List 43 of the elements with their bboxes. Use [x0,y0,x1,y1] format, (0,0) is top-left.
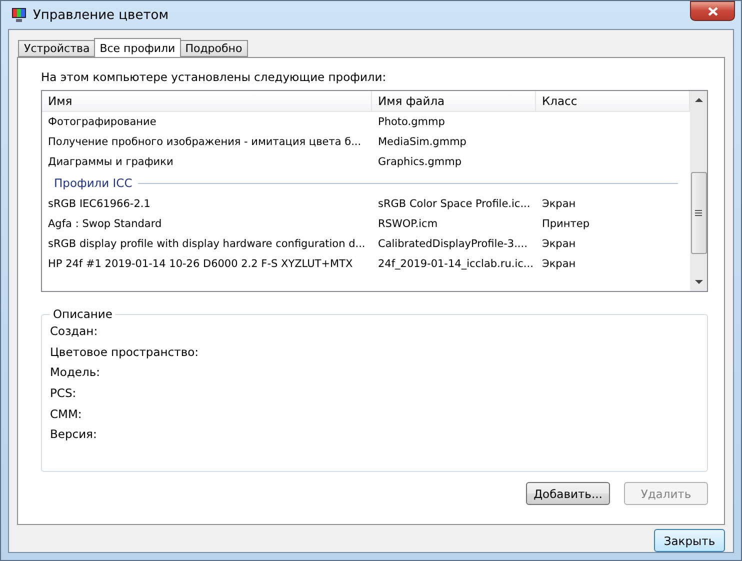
window-title: Управление цветом [33,8,170,22]
intro-text: На этом компьютере установлены следующие профили: [41,70,388,84]
table-cell-text: RSWOP.icm [377,218,439,230]
table-cell-text: CalibratedDisplayProfile-3.... [377,238,528,250]
table-cell-text: Экран [541,198,577,210]
tab[interactable]: Все профили [94,38,182,57]
field-label: CMM: [50,406,82,421]
table-cell-text: sRGB display profile with display hardware configuration d... [47,238,366,250]
table-cell-text: Получение пробного изображения - имитация цвета б... [47,136,362,148]
column-header[interactable]: Имя [42,91,372,111]
monitor-icon [11,7,27,23]
grip-icon [695,210,702,216]
table-cell-text: HP 24f #1 2019-01-14 10-26 D6000 2.2 F-S XYZLUT+MTX [47,258,354,270]
group-title: Описание [52,307,114,321]
column-header[interactable]: Имя файла [372,91,536,111]
close-icon [708,6,718,16]
table-cell-text: 24f_2019-01-14_icclab.ru.ic... [377,258,534,270]
group-header: Профили ICC [54,176,132,190]
table-cell-text: Диаграммы и графики [47,156,174,168]
field-label: PCS: [50,386,76,400]
table-cell-text: Graphics.gmmp [377,156,462,168]
table-cell-text: Принтер [541,218,590,230]
table-cell-text: sRGB Color Space Profile.ic... [377,198,532,210]
table-cell-text: MediaSim.gmmp [377,136,468,148]
tab[interactable]: Подробно [179,40,248,57]
scroll-down-icon[interactable] [694,280,702,285]
table-cell-text: sRGB IEC61966-2.1 [47,198,152,210]
scrollbar-thumb[interactable] [690,172,706,254]
table-cell-text: Экран [541,258,577,270]
scrollbar[interactable] [690,91,707,291]
tab[interactable]: Устройства [18,40,96,57]
field-label: Версия: [50,427,97,442]
table-cell-text: Agfa : Swop Standard [47,218,163,230]
close-dialog-button[interactable]: Закрыть [654,529,725,552]
field-label: Цветовое пространство: [50,344,199,359]
table-cell-text: Экран [541,238,577,250]
table-cell-text: Photo.gmmp [377,116,446,128]
scroll-up-icon[interactable] [694,97,702,102]
field-label: Создан: [50,324,98,338]
close-button[interactable] [690,1,735,21]
add-button[interactable]: Добавить... [526,482,610,505]
field-label: Модель: [50,365,100,380]
table-cell-text: Фотографирование [47,116,158,128]
